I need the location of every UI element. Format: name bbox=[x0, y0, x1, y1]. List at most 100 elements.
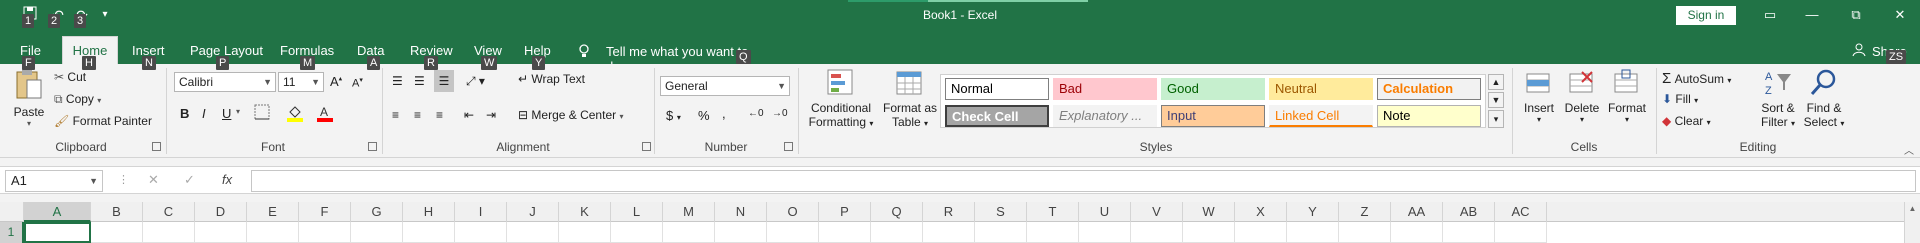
decrease-font-size-icon[interactable]: A▾ bbox=[352, 76, 363, 90]
decrease-decimal-icon[interactable]: →0 bbox=[772, 108, 788, 119]
italic-icon[interactable]: I bbox=[202, 106, 206, 121]
formula-bar-splitter-icon[interactable]: ⋮ bbox=[118, 173, 129, 186]
column-header[interactable]: AA bbox=[1391, 202, 1443, 222]
insert-function-icon[interactable]: fx bbox=[222, 172, 232, 187]
number-dialog-launcher-icon[interactable] bbox=[784, 142, 793, 151]
gallery-up-icon[interactable]: ▲ bbox=[1488, 74, 1504, 90]
number-format-combo[interactable]: General ▼ bbox=[660, 76, 790, 96]
cell[interactable] bbox=[1131, 222, 1183, 243]
column-header[interactable]: AB bbox=[1443, 202, 1495, 222]
copy-button[interactable]: ⧉ Copy ▾ bbox=[54, 92, 101, 107]
cell-style-explanatory[interactable]: Explanatory ... bbox=[1053, 105, 1157, 127]
alignment-dialog-launcher-icon[interactable] bbox=[642, 142, 651, 151]
column-header[interactable]: Q bbox=[871, 202, 923, 222]
column-header[interactable]: D bbox=[195, 202, 247, 222]
fill-color-icon[interactable] bbox=[286, 104, 304, 125]
column-header[interactable]: R bbox=[923, 202, 975, 222]
top-align-icon[interactable]: ☰ bbox=[392, 74, 403, 88]
cell[interactable] bbox=[1183, 222, 1235, 243]
cancel-entry-icon[interactable]: ✕ bbox=[148, 172, 159, 188]
column-header[interactable]: L bbox=[611, 202, 663, 222]
cell-style-normal[interactable]: Normal bbox=[945, 78, 1049, 100]
vertical-scrollbar[interactable]: ▲ bbox=[1904, 202, 1920, 243]
autosum-button[interactable]: Σ AutoSum ▾ bbox=[1662, 70, 1731, 87]
middle-align-icon[interactable]: ☰ bbox=[414, 74, 425, 88]
wrap-text-button[interactable]: ↵ Wrap Text bbox=[518, 72, 585, 86]
cell[interactable] bbox=[1495, 222, 1547, 243]
column-header[interactable]: AC bbox=[1495, 202, 1547, 222]
cell[interactable] bbox=[403, 222, 455, 243]
column-header[interactable]: C bbox=[143, 202, 195, 222]
cell[interactable] bbox=[871, 222, 923, 243]
cell[interactable] bbox=[299, 222, 351, 243]
column-header[interactable]: P bbox=[819, 202, 871, 222]
cell[interactable] bbox=[1391, 222, 1443, 243]
select-all-corner[interactable] bbox=[0, 202, 24, 222]
active-cell-outline[interactable] bbox=[24, 222, 91, 243]
column-header[interactable]: F bbox=[299, 202, 351, 222]
cell-style-good[interactable]: Good bbox=[1161, 78, 1265, 100]
column-header[interactable]: O bbox=[767, 202, 819, 222]
close-button[interactable]: ✕ bbox=[1888, 6, 1912, 24]
cell[interactable] bbox=[975, 222, 1027, 243]
column-header[interactable]: Z bbox=[1339, 202, 1391, 222]
enter-entry-icon[interactable]: ✓ bbox=[184, 172, 195, 188]
font-dialog-launcher-icon[interactable] bbox=[368, 142, 377, 151]
cell-style-bad[interactable]: Bad bbox=[1053, 78, 1157, 100]
cell[interactable] bbox=[1027, 222, 1079, 243]
align-center-icon[interactable]: ≡ bbox=[414, 108, 421, 122]
accounting-format-icon[interactable]: $ ▾ bbox=[666, 108, 681, 123]
insert-cells-button[interactable]: Insert ▾ bbox=[1516, 68, 1562, 124]
font-color-icon[interactable]: A bbox=[316, 104, 334, 125]
bold-icon[interactable]: B bbox=[180, 106, 189, 121]
cell-style-neutral[interactable]: Neutral bbox=[1269, 78, 1373, 100]
cell[interactable] bbox=[507, 222, 559, 243]
cell[interactable] bbox=[767, 222, 819, 243]
font-name-combo[interactable]: Calibri ▼ bbox=[174, 72, 276, 92]
delete-cells-button[interactable]: Delete ▾ bbox=[1560, 68, 1604, 124]
underline-icon[interactable]: U bbox=[222, 106, 231, 121]
conditional-formatting-button[interactable]: Conditional Formatting ▾ bbox=[804, 68, 878, 129]
chevron-down-icon[interactable]: ▾ bbox=[236, 107, 240, 116]
increase-decimal-icon[interactable]: ←0 bbox=[748, 108, 764, 119]
cut-button[interactable]: ✂ Cut bbox=[54, 70, 86, 84]
column-header[interactable]: X bbox=[1235, 202, 1287, 222]
column-header[interactable]: J bbox=[507, 202, 559, 222]
clear-button[interactable]: ◆ Clear ▾ bbox=[1662, 114, 1711, 128]
cell[interactable] bbox=[1079, 222, 1131, 243]
increase-font-size-icon[interactable]: A▴ bbox=[330, 74, 342, 89]
merge-center-button[interactable]: ⊟ Merge & Center ▾ bbox=[518, 108, 623, 122]
paste-button[interactable]: Paste ▾ bbox=[10, 68, 48, 136]
column-header[interactable]: W bbox=[1183, 202, 1235, 222]
cell[interactable] bbox=[1339, 222, 1391, 243]
ribbon-display-options-icon[interactable]: ▭ bbox=[1758, 6, 1782, 24]
cell[interactable] bbox=[1235, 222, 1287, 243]
column-header[interactable]: B bbox=[91, 202, 143, 222]
column-header[interactable]: N bbox=[715, 202, 767, 222]
cell[interactable] bbox=[715, 222, 767, 243]
sign-in-button[interactable]: Sign in bbox=[1676, 6, 1736, 25]
fill-button[interactable]: ⬇ Fill ▾ bbox=[1662, 92, 1698, 106]
clipboard-dialog-launcher-icon[interactable] bbox=[152, 142, 161, 151]
restore-button[interactable]: ⧉ bbox=[1844, 6, 1868, 24]
cell-style-input[interactable]: Input bbox=[1161, 105, 1265, 127]
column-header[interactable]: S bbox=[975, 202, 1027, 222]
comma-style-icon[interactable]: , bbox=[722, 106, 726, 121]
cell-style-note[interactable]: Note bbox=[1377, 105, 1481, 127]
orientation-icon[interactable]: ⤢ ▾ bbox=[466, 74, 485, 89]
column-header[interactable]: G bbox=[351, 202, 403, 222]
find-select-button[interactable]: Find & Select ▾ bbox=[1800, 68, 1848, 129]
cell-style-check-cell[interactable]: Check Cell bbox=[945, 105, 1049, 127]
format-as-table-button[interactable]: Format as Table ▾ bbox=[880, 68, 940, 129]
cell[interactable] bbox=[455, 222, 507, 243]
collapse-ribbon-icon[interactable]: ︿ bbox=[1904, 142, 1914, 157]
formula-input[interactable] bbox=[251, 170, 1916, 192]
cell[interactable] bbox=[1443, 222, 1495, 243]
align-left-icon[interactable]: ≡ bbox=[392, 108, 399, 122]
format-painter-button[interactable]: 🖌 Format Painter bbox=[54, 114, 152, 128]
customize-qat-icon[interactable]: ▾ bbox=[98, 6, 112, 24]
cell[interactable] bbox=[559, 222, 611, 243]
column-header[interactable]: K bbox=[559, 202, 611, 222]
scroll-up-icon[interactable]: ▲ bbox=[1905, 204, 1920, 213]
cell-style-calculation[interactable]: Calculation bbox=[1377, 78, 1481, 100]
